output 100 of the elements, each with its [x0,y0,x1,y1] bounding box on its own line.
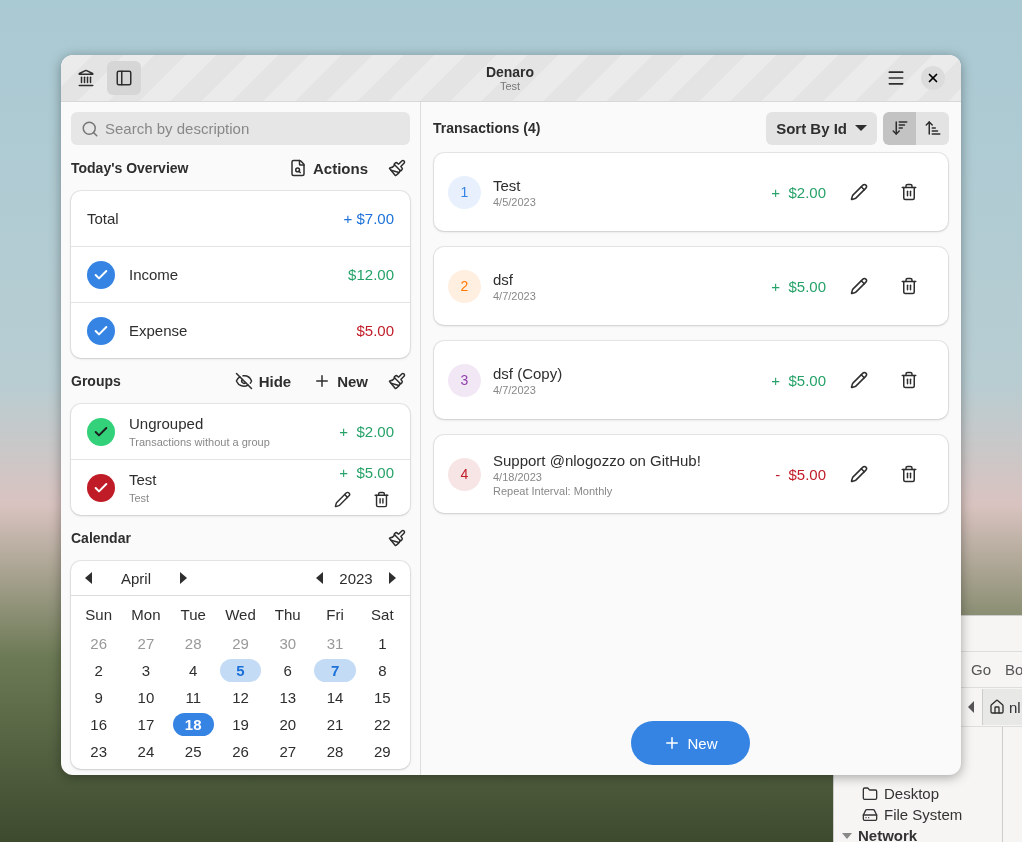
section-title: Groups [71,373,122,389]
calendar-day[interactable]: 13 [267,686,309,709]
calendar-day[interactable]: 26 [219,740,262,763]
calendar-day[interactable]: 16 [78,713,120,736]
window-subtitle: Test [499,80,521,92]
trash-icon [900,371,918,389]
calendar-day[interactable]: 12 [219,686,262,709]
calendar-day[interactable]: 10 [125,686,167,709]
weekday-label: Fri [325,605,345,625]
calendar-day[interactable]: 4 [172,659,214,682]
amount: + $7.00 [343,210,394,227]
weekday-label: Thu [273,605,302,625]
group-row[interactable]: Ungrouped Transactions without a group + $2.00 [71,404,410,459]
id-badge: 3 [448,363,481,397]
transaction-card[interactable]: 2 dsf 4/7/2023 + $5.00 [434,247,948,325]
calendar-day[interactable]: 6 [267,659,309,682]
section-title: Transactions (4) [433,120,542,136]
amount: + $2.00 [339,423,394,440]
amount: + $5.00 [339,463,394,481]
group-checkbox[interactable] [87,473,115,502]
weekday-label: Sun [84,605,113,625]
amount: + $5.00 [771,277,826,295]
sort-order-button[interactable] [916,111,949,145]
transaction-card[interactable]: 4 Support @nlogozzo on GitHub! 4/18/2023 Repeat Interval: Monthly - $5.00 [434,435,948,513]
calendar-day[interactable]: 27 [267,740,309,763]
amount: - $5.00 [775,465,826,483]
checkbox[interactable] [87,316,115,345]
calendar-day[interactable]: 21 [314,713,356,736]
path-button[interactable]: nl [982,689,1022,725]
weekday-label: Mon [130,605,162,625]
trash-icon [900,465,918,483]
section-title: Today's Overview [71,160,190,176]
calendar-day[interactable]: 19 [219,713,262,736]
transaction-description: dsf [493,270,514,288]
id-badge: 2 [448,269,481,303]
calendar-day[interactable]: 8 [361,659,403,682]
new-transaction-button[interactable]: New [631,721,750,765]
calendar-day[interactable]: 17 [125,713,167,736]
eye-off-icon [234,372,253,390]
pencil-icon [850,465,868,483]
close-button[interactable] [921,66,945,90]
group-checkbox[interactable] [87,417,115,446]
calendar-day[interactable]: 29 [361,740,403,763]
calendar-day[interactable]: 25 [172,740,214,763]
amount: $5.00 [356,322,394,339]
calendar-day[interactable]: 1 [361,632,403,655]
hide-button[interactable]: Hide [228,368,298,394]
sort-order-button[interactable] [883,111,916,145]
menu-item[interactable]: Go [971,661,991,678]
search-icon [81,120,99,138]
trash-icon [900,277,918,295]
place-item[interactable]: File System [884,806,963,823]
sort-icon [923,119,942,137]
calendar-day[interactable]: 20 [267,713,309,736]
transaction-card[interactable]: 3 dsf (Copy) 4/7/2023 + $5.00 [434,341,948,419]
bank-icon [77,69,95,87]
sort-dropdown[interactable]: Sort By Id [766,111,877,145]
menu-item[interactable]: Bo [1005,661,1022,678]
transaction-card[interactable]: 1 Test 4/5/2023 + $2.00 [434,153,948,231]
trash-icon [373,490,390,508]
amount: + $2.00 [771,183,826,201]
calendar-day[interactable]: 15 [361,686,403,709]
weekday-label: Tue [179,605,207,625]
checkbox[interactable] [87,260,115,289]
close-icon [926,71,940,85]
expander-icon[interactable] [842,832,852,839]
calendar-day[interactable]: 11 [172,686,214,709]
caret-icon [855,125,867,131]
path-text: nl [1009,698,1021,716]
section-title: Calendar [71,530,132,546]
group-row[interactable]: Test Test + $5.00 [71,459,410,515]
calendar-day[interactable]: 9 [78,686,120,709]
group-description: Transactions without a group [129,436,271,448]
amount: $12.00 [348,266,394,283]
calendar-day[interactable]: 3 [125,659,167,682]
pencil-icon [334,490,351,508]
calendar-day[interactable]: 18 [172,713,214,736]
transaction-date: 4/18/2023 [493,470,543,483]
back-arrow-icon[interactable] [968,701,974,713]
calendar-day[interactable]: 23 [78,740,120,763]
search-field[interactable]: Search by description [71,112,410,145]
calendar-day[interactable]: 22 [361,713,403,736]
group-name: Ungrouped [129,415,205,432]
pencil-icon [850,277,868,295]
calendar-day[interactable]: 24 [125,740,167,763]
sort-icon [890,119,909,137]
sidebar-toggle-button[interactable] [107,61,141,95]
brush-icon [388,372,406,390]
new-group-button[interactable]: New [307,368,374,394]
repeat-interval: Repeat Interval: Monthly [493,484,614,497]
place-item[interactable]: Desktop [884,785,940,802]
calendar-day[interactable]: 14 [314,686,356,709]
menu-icon [886,68,906,88]
transaction-description: Test [493,176,522,194]
calendar-day[interactable]: 2 [78,659,120,682]
calendar-day[interactable]: 28 [314,740,356,763]
id-badge: 1 [448,175,481,209]
pencil-icon [850,371,868,389]
actions-button[interactable]: Actions [283,155,374,181]
overview-label: Income [129,266,180,283]
